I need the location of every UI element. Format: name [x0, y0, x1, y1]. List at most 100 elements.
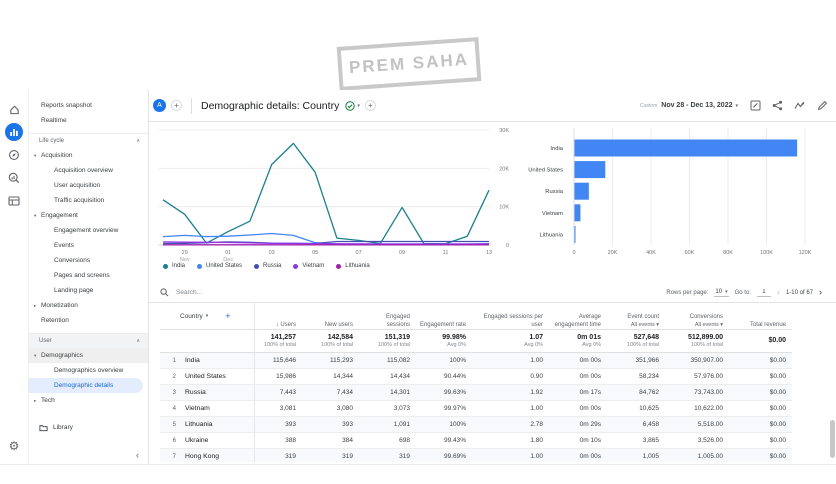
- country-name[interactable]: Lithuania: [185, 421, 213, 428]
- sidebar-item-engagement-overview[interactable]: Engagement overview: [29, 223, 148, 238]
- total-value: 512,899.00 100% of total: [665, 329, 729, 353]
- sidebar-item-landing-page[interactable]: Landing page: [29, 283, 148, 298]
- customize-report-icon[interactable]: [817, 100, 828, 111]
- goto-page-input[interactable]: [756, 288, 771, 297]
- sidebar-item-user-acquisition[interactable]: User acquisition: [29, 178, 148, 193]
- column-header-new-users[interactable]: New users: [302, 303, 359, 330]
- bar-lithuania[interactable]: [574, 225, 576, 243]
- explore-icon[interactable]: [5, 146, 23, 164]
- chevron-down-icon[interactable]: ▾: [357, 103, 360, 109]
- bar-india[interactable]: [574, 139, 798, 157]
- sidebar-item-library[interactable]: Library: [29, 420, 148, 435]
- bar-united-states[interactable]: [574, 161, 606, 179]
- sidebar-item-demographic-details[interactable]: Demographic details: [29, 378, 143, 393]
- caret-right-icon[interactable]: ▸: [34, 298, 36, 313]
- add-dimension-button[interactable]: +: [225, 311, 230, 321]
- reports-icon[interactable]: [5, 123, 23, 141]
- column-header-event-count[interactable]: Event count All events ▾: [607, 303, 665, 330]
- advertising-icon[interactable]: [5, 169, 23, 187]
- table-row-india[interactable]: 1 India 115,646 115,293 115,082 100% 1.00 0m 00…: [160, 352, 792, 369]
- sidebar-section-life-cycle[interactable]: Life cycle ∧: [29, 133, 148, 148]
- sidebar-item-retention[interactable]: Retention: [29, 313, 148, 328]
- column-subfilter[interactable]: All events ▾: [695, 322, 723, 328]
- saved-check-icon[interactable]: [345, 100, 356, 111]
- column-header-country[interactable]: Country ▾ +: [160, 303, 255, 330]
- sidebar-item-demographics-overview[interactable]: Demographics overview: [29, 363, 148, 378]
- table-row-vietnam[interactable]: 4 Vietnam 3,081 3,080 3,073 99.97% 1.00 0m 00s 1…: [160, 400, 792, 417]
- caret-down-icon[interactable]: ▾: [34, 208, 36, 223]
- table-row-hong-kong[interactable]: 7 Hong Kong 319 319 319 99.69% 1.00 0m 00s 1,005…: [160, 448, 792, 462]
- caret-right-icon[interactable]: ▸: [34, 393, 36, 408]
- collapse-section-icon[interactable]: ∧: [136, 334, 140, 348]
- search-box[interactable]: [160, 288, 268, 297]
- comparison-avatar[interactable]: A: [153, 99, 166, 112]
- table-row-ukraine[interactable]: 6 Ukraine 388 384 698 99.43% 1.80 0m 10s 3,865 3,…: [160, 432, 792, 449]
- legend-item-united-states[interactable]: United States: [197, 263, 242, 269]
- column-header-engaged-sessions-per-user[interactable]: Engaged sessions per user: [472, 303, 549, 330]
- bar-category-label: Vietnam: [542, 211, 563, 217]
- country-name[interactable]: United States: [185, 373, 226, 380]
- country-name[interactable]: India: [185, 357, 200, 364]
- metric-value: 350,907.00: [665, 352, 729, 369]
- country-name[interactable]: Vietnam: [185, 405, 210, 412]
- collapse-section-icon[interactable]: ∧: [136, 134, 140, 148]
- sidebar-item-tech[interactable]: ▸ Tech: [29, 393, 148, 408]
- table-row-russia[interactable]: 3 Russia 7,443 7,434 14,301 99.63% 1.92 0m 17s 8…: [160, 384, 792, 401]
- caret-down-icon[interactable]: ▾: [34, 148, 36, 163]
- column-header-engagement-rate[interactable]: Engagement rate: [416, 303, 472, 330]
- sidebar-item-pages-and-screens[interactable]: Pages and screens: [29, 268, 148, 283]
- sidebar-section-user[interactable]: User ∧: [29, 333, 148, 348]
- column-header-users[interactable]: ↓ Users: [254, 303, 302, 330]
- sidebar-item-engagement[interactable]: ▾ Engagement: [29, 208, 148, 223]
- sidebar-item-acquisition[interactable]: ▾ Acquisition: [29, 148, 148, 163]
- add-comparison-button[interactable]: +: [171, 100, 182, 111]
- sidebar-item-traffic-acquisition[interactable]: Traffic acquisition: [29, 193, 148, 208]
- line-series-india[interactable]: [162, 142, 490, 245]
- column-subfilter[interactable]: All events ▾: [631, 322, 659, 328]
- metric-value: 14,301: [359, 384, 416, 401]
- sidebar-item-demographics[interactable]: ▾ Demographics: [29, 348, 148, 363]
- line-chart[interactable]: 010K20K30K29Nov01Dec03 05 07 09 11 13: [149, 122, 519, 283]
- chevron-down-icon[interactable]: ▾: [735, 103, 738, 109]
- home-icon[interactable]: [5, 100, 23, 118]
- caret-down-icon[interactable]: ▾: [34, 348, 36, 363]
- legend-item-russia[interactable]: Russia: [254, 263, 281, 269]
- sidebar-item-acquisition-overview[interactable]: Acquisition overview: [29, 163, 148, 178]
- column-header-conversions[interactable]: Conversions All events ▾: [665, 303, 729, 330]
- rows-per-page-select[interactable]: 10 ▾: [714, 289, 729, 297]
- sidebar-item-realtime[interactable]: Realtime: [29, 113, 148, 128]
- table-row-united-states[interactable]: 2 United States 15,986 14,344 14,434 90.44% 0.…: [160, 368, 792, 385]
- sidebar-collapse-icon[interactable]: ‹: [136, 450, 139, 460]
- add-metric-button[interactable]: +: [364, 100, 376, 111]
- country-name[interactable]: Hong Kong: [185, 453, 219, 460]
- metric-value: 100%: [416, 416, 472, 433]
- configure-icon[interactable]: [5, 192, 23, 210]
- sidebar-item-reports-snapshot[interactable]: Reports snapshot: [29, 98, 148, 113]
- insights-icon[interactable]: [794, 100, 806, 111]
- legend-item-vietnam[interactable]: Vietnam: [293, 263, 324, 269]
- country-name[interactable]: Ukraine: [185, 437, 208, 444]
- date-range-picker[interactable]: Nov 28 - Dec 13, 2022: [661, 102, 732, 109]
- bar-chart[interactable]: 0 20K 40K 60K 80K 100K 120K India United States R…: [519, 122, 819, 262]
- legend-item-lithuania[interactable]: Lithuania: [336, 263, 370, 269]
- column-header-engaged-sessions[interactable]: Engaged sessions: [359, 303, 416, 330]
- scrollbar-thumb[interactable]: [830, 420, 835, 458]
- legend-item-india[interactable]: India: [163, 263, 185, 269]
- sidebar-item-events[interactable]: Events: [29, 238, 148, 253]
- next-page-icon[interactable]: ›: [819, 288, 822, 297]
- admin-gear-icon[interactable]: ⚙: [5, 437, 23, 455]
- bar-russia[interactable]: [574, 182, 589, 200]
- column-header-total-revenue[interactable]: Total revenue: [729, 303, 792, 330]
- country-name[interactable]: Russia: [185, 389, 206, 396]
- chevron-down-icon[interactable]: ▾: [206, 313, 209, 319]
- bar-x-axis-tick-label: 120K: [799, 250, 812, 256]
- prev-page-icon[interactable]: ‹: [777, 288, 780, 297]
- share-icon[interactable]: [772, 100, 783, 111]
- table-row-lithuania[interactable]: 5 Lithuania 393 393 1,091 100% 2.78 0m 29s 6,458…: [160, 416, 792, 433]
- search-input[interactable]: [174, 288, 268, 297]
- column-header-average-engagement-time[interactable]: Average engagement time: [549, 303, 607, 330]
- sidebar-item-conversions[interactable]: Conversions: [29, 253, 148, 268]
- edit-comparison-icon[interactable]: [750, 100, 761, 111]
- bar-vietnam[interactable]: [574, 204, 581, 222]
- sidebar-item-monetization[interactable]: ▸ Monetization: [29, 298, 148, 313]
